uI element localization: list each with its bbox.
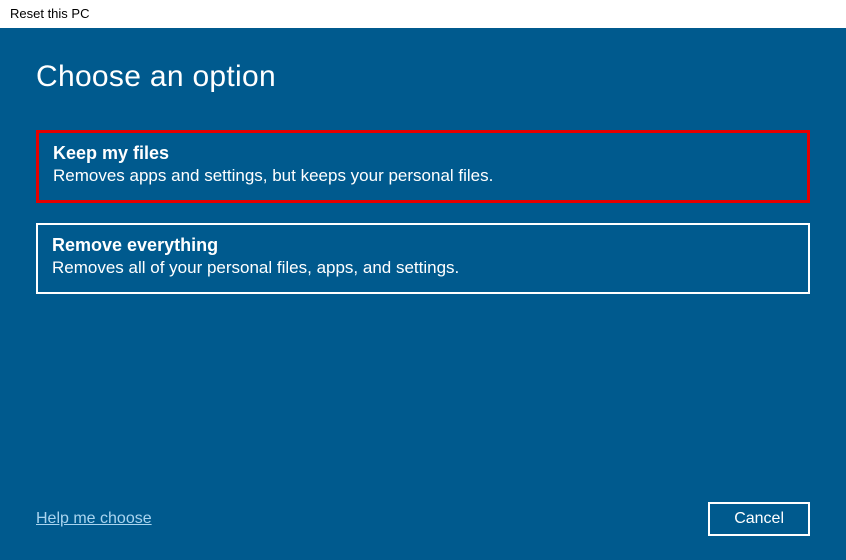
help-me-choose-link[interactable]: Help me choose [36,510,152,528]
option-keep-my-files[interactable]: Keep my files Removes apps and settings,… [36,130,810,203]
dialog-footer: Help me choose Cancel [36,502,810,536]
option-title: Remove everything [52,235,794,256]
page-title: Choose an option [36,60,810,94]
option-desc: Removes all of your personal files, apps… [52,258,794,278]
cancel-button[interactable]: Cancel [708,502,810,536]
option-title: Keep my files [53,143,793,164]
titlebar: Reset this PC [0,0,846,28]
reset-dialog: Choose an option Keep my files Removes a… [0,28,846,560]
option-desc: Removes apps and settings, but keeps you… [53,166,793,186]
option-remove-everything[interactable]: Remove everything Removes all of your pe… [36,223,810,294]
window-title: Reset this PC [10,6,89,21]
